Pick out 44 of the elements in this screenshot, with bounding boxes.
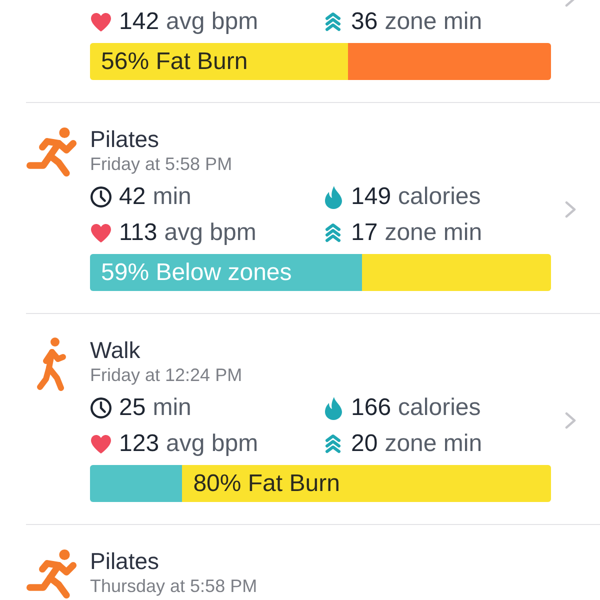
flame-icon [324,186,342,208]
stat-value: 113 [119,219,158,247]
clock-icon [90,397,112,419]
activity-title: Pilates [90,126,160,152]
activity-date: Friday at 5:58 PM [90,153,232,176]
chevrons-up-icon [325,434,341,454]
stat-unit: zone min [384,8,482,36]
walking-figure-icon [37,337,67,391]
stat-value: 17 [351,219,378,247]
running-figure-icon [26,548,78,600]
chevrons-up-icon [325,12,341,32]
stat-value: 149 [351,183,392,211]
stat-unit: avg bpm [166,430,258,458]
running-figure-icon [26,126,78,178]
stat-value: 42 [119,183,146,211]
zone-label: 80% Fat Burn [192,470,340,498]
stat-value: 36 [351,8,378,36]
heart-icon [90,12,112,32]
stat-value: 142 [119,8,160,36]
zone-label: 56% Fat Burn [100,48,248,76]
chevrons-up-icon [325,223,341,243]
stat-unit: calories [398,394,481,422]
activity-title: Pilates [90,548,160,574]
activity-date: Friday at 12:24 PM [90,364,242,387]
heart-icon [90,434,112,454]
activity-title: Walk [90,337,140,363]
activity-date: Thursday at 5:58 PM [90,575,258,598]
stat-unit: avg bpm [166,8,258,36]
stat-unit: avg bpm [164,219,256,247]
stat-value: 25 [119,394,146,422]
stat-unit: calories [398,183,481,211]
heart-icon [90,223,112,243]
stat-value: 166 [351,394,392,422]
stat-value: 20 [351,430,378,458]
zone-label: 59% Below zones [100,258,292,286]
flame-icon [324,396,342,420]
stat-unit: min [152,183,192,211]
stat-unit: min [152,394,192,422]
chevron-right-icon[interactable] [565,201,576,218]
chevron-right-icon[interactable] [565,412,576,429]
stat-unit: zone min [384,219,482,247]
clock-icon [90,186,112,208]
stat-unit: zone min [384,430,482,458]
stat-value: 123 [119,430,160,458]
